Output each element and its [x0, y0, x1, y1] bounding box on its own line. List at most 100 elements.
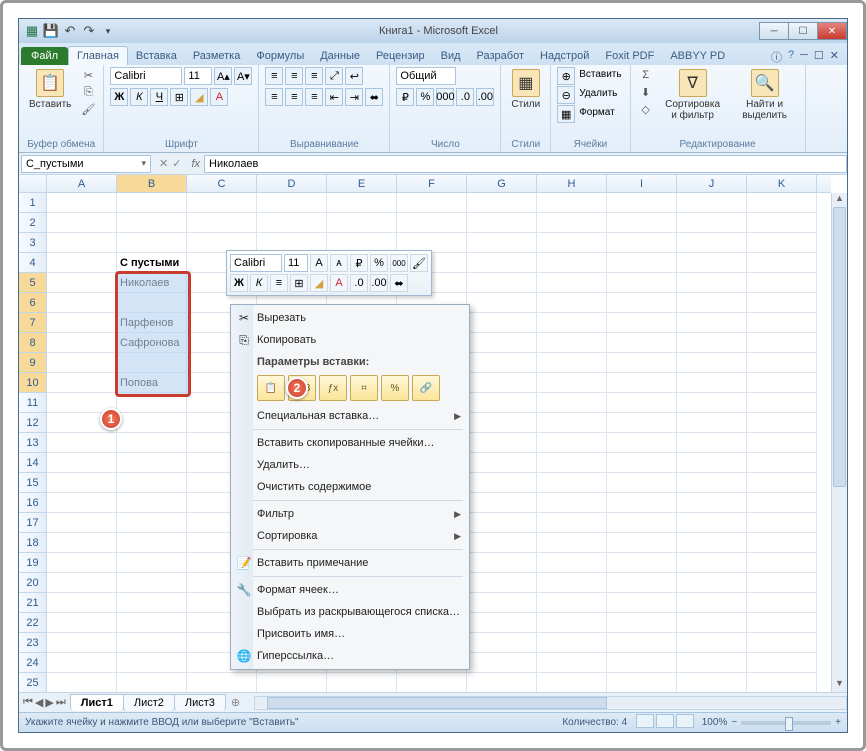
mini-dec-dec-icon[interactable]: .00	[370, 274, 388, 292]
col-head-d[interactable]: D	[257, 175, 327, 192]
paste-opt-link[interactable]: 🔗	[412, 375, 440, 401]
cell[interactable]	[747, 373, 817, 393]
cell[interactable]	[467, 493, 537, 513]
cell[interactable]	[607, 453, 677, 473]
cell[interactable]	[747, 613, 817, 633]
view-break-icon[interactable]	[676, 714, 694, 728]
cell[interactable]	[187, 193, 257, 213]
name-box[interactable]: С_пустыми	[21, 155, 151, 173]
cell[interactable]	[117, 613, 187, 633]
cell[interactable]	[47, 353, 117, 373]
currency-icon[interactable]: ₽	[396, 88, 414, 106]
row-head-1[interactable]: 1	[19, 193, 46, 213]
select-all-corner[interactable]	[19, 175, 47, 192]
cell[interactable]	[467, 653, 537, 673]
cell[interactable]	[187, 673, 257, 692]
row-head-19[interactable]: 19	[19, 553, 46, 573]
cell[interactable]	[397, 673, 467, 692]
col-head-g[interactable]: G	[467, 175, 537, 192]
cell[interactable]	[47, 633, 117, 653]
cell[interactable]	[677, 373, 747, 393]
cell[interactable]	[747, 533, 817, 553]
number-format-input[interactable]	[396, 67, 456, 85]
cell[interactable]	[537, 253, 607, 273]
cell[interactable]	[677, 433, 747, 453]
italic-button[interactable]: К	[130, 88, 148, 106]
cell[interactable]	[677, 293, 747, 313]
cell[interactable]	[537, 673, 607, 692]
cell[interactable]	[117, 513, 187, 533]
format-painter-icon[interactable]: 🖌	[79, 101, 97, 117]
align-bot-icon[interactable]: ≡	[305, 67, 323, 85]
cell[interactable]	[257, 193, 327, 213]
cell[interactable]	[747, 673, 817, 692]
cell[interactable]	[607, 193, 677, 213]
cell[interactable]	[117, 633, 187, 653]
cell[interactable]	[117, 593, 187, 613]
cell[interactable]	[467, 373, 537, 393]
find-select-button[interactable]: 🔍 Найти и выделить	[731, 67, 799, 123]
tab-insert[interactable]: Вставка	[128, 47, 185, 65]
new-sheet-icon[interactable]: ⊕	[225, 696, 246, 709]
cell[interactable]	[677, 453, 747, 473]
cell[interactable]	[47, 233, 117, 253]
cell[interactable]	[47, 493, 117, 513]
cell[interactable]	[607, 333, 677, 353]
comma-icon[interactable]: 000	[436, 88, 454, 106]
cell[interactable]	[677, 393, 747, 413]
row-head-4[interactable]: 4	[19, 253, 46, 273]
row-head-14[interactable]: 14	[19, 453, 46, 473]
tab-dev[interactable]: Разработ	[469, 47, 532, 65]
cell[interactable]	[117, 533, 187, 553]
merge-icon[interactable]: ⬌	[365, 88, 383, 106]
clear-icon[interactable]: ◇	[637, 101, 655, 117]
ctx-cut[interactable]: ✂Вырезать	[233, 307, 467, 329]
mini-currency-icon[interactable]: ₽	[350, 254, 368, 272]
cell[interactable]	[467, 313, 537, 333]
cell[interactable]	[117, 453, 187, 473]
ctx-paste-special[interactable]: Специальная вставка…▶	[233, 405, 467, 427]
cell[interactable]	[677, 673, 747, 692]
cell[interactable]	[747, 353, 817, 373]
cell[interactable]	[467, 233, 537, 253]
cell[interactable]	[607, 213, 677, 233]
cell[interactable]	[467, 473, 537, 493]
ctx-filter[interactable]: Фильтр▶	[233, 503, 467, 525]
cell[interactable]	[607, 553, 677, 573]
font-color-button[interactable]: A	[210, 88, 228, 106]
cell[interactable]	[397, 213, 467, 233]
mini-grow-font-icon[interactable]: A	[310, 254, 328, 272]
cell[interactable]	[607, 233, 677, 253]
scroll-up-icon[interactable]: ▲	[832, 193, 847, 207]
cell[interactable]	[467, 413, 537, 433]
row-head-21[interactable]: 21	[19, 593, 46, 613]
row-head-18[interactable]: 18	[19, 533, 46, 553]
cell[interactable]	[467, 213, 537, 233]
cell[interactable]	[467, 533, 537, 553]
formula-input[interactable]: Николаев	[204, 155, 847, 173]
cell[interactable]	[677, 553, 747, 573]
row-head-12[interactable]: 12	[19, 413, 46, 433]
cell[interactable]	[607, 533, 677, 553]
file-tab[interactable]: Файл	[21, 47, 68, 65]
mini-inc-dec-icon[interactable]: .0	[350, 274, 368, 292]
cell[interactable]	[677, 593, 747, 613]
minimize-button[interactable]: ─	[759, 22, 789, 40]
paste-opt-all[interactable]: 📋	[257, 375, 285, 401]
fill-color-button[interactable]: ◢	[190, 88, 208, 106]
cell[interactable]	[607, 613, 677, 633]
cell[interactable]	[47, 213, 117, 233]
row-head-11[interactable]: 11	[19, 393, 46, 413]
ctx-sort[interactable]: Сортировка▶	[233, 525, 467, 547]
mini-center-icon[interactable]: ≡	[270, 274, 288, 292]
cell[interactable]	[677, 513, 747, 533]
dec-decimal-icon[interactable]: .00	[476, 88, 494, 106]
insert-cells-label[interactable]: Вставить	[577, 67, 623, 85]
ctx-format-cells[interactable]: 🔧Формат ячеек…	[233, 579, 467, 601]
cell[interactable]	[677, 613, 747, 633]
cell[interactable]	[747, 213, 817, 233]
cell[interactable]	[747, 633, 817, 653]
scroll-down-icon[interactable]: ▼	[832, 678, 847, 692]
cell[interactable]	[677, 353, 747, 373]
tab-addin[interactable]: Надстрой	[532, 47, 597, 65]
